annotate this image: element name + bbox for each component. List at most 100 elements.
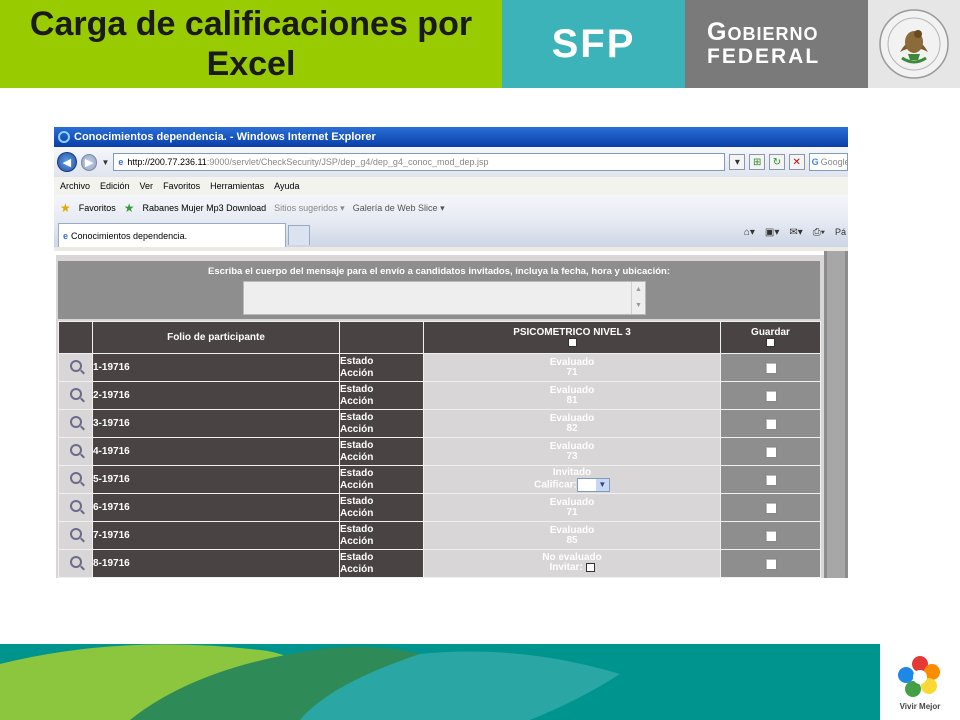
fav-link-rabanes[interactable]: Rabanes Mujer Mp3 Download — [143, 203, 267, 213]
table-row: 1-19716 Estado Acción Evaluado 71 — [58, 353, 821, 382]
guardar-cell — [720, 465, 821, 494]
search-input[interactable]: G Google — [808, 153, 848, 171]
search-placeholder: Google — [820, 157, 848, 167]
estado-label: Estado — [340, 495, 374, 507]
tab-bar: e Conocimientos dependencia. ⌂▾ ▣▾ ✉▾ ⎙▾… — [54, 221, 848, 247]
favorites-bar: ★ Favoritos ★ Rabanes Mujer Mp3 Download… — [54, 195, 848, 221]
table-row: 7-19716 Estado Acción Evaluado 85 — [58, 521, 821, 550]
new-tab-button[interactable] — [288, 225, 310, 245]
guardar-checkbox[interactable] — [764, 557, 777, 570]
exam-cell: Evaluado 85 — [423, 521, 721, 550]
feeds-icon[interactable]: ▣▾ — [765, 227, 779, 238]
header-folio: Folio de participante — [92, 321, 340, 354]
status-text: Evaluado — [549, 524, 595, 536]
page-content: Escriba el cuerpo del mensaje para el en… — [54, 251, 848, 578]
favorites-button[interactable]: Favoritos — [79, 203, 116, 213]
invitar-checkbox[interactable] — [585, 563, 595, 573]
invitar-label: Invitar: — [549, 562, 583, 574]
folio-cell: 4-19716 — [92, 437, 340, 466]
view-icon-cell — [58, 493, 93, 522]
refresh-icon[interactable]: ↻ — [769, 154, 785, 170]
accion-label: Acción — [340, 479, 374, 491]
print-icon[interactable]: ⎙▾ — [813, 227, 825, 238]
address-dropdown-icon[interactable]: ▾ — [729, 154, 746, 170]
guardar-checkbox[interactable] — [764, 445, 777, 458]
mail-icon[interactable]: ✉▾ — [789, 227, 802, 238]
address-bar-row: ◀ ▶ ▼ e http://200.77.236.11:9000/servle… — [54, 147, 848, 177]
folio-cell: 5-19716 — [92, 465, 340, 494]
menu-ayuda[interactable]: Ayuda — [274, 181, 299, 191]
page-scrollbar[interactable] — [824, 251, 848, 578]
footer-band — [0, 644, 880, 720]
browser-window: Conocimientos dependencia. - Windows Int… — [54, 127, 848, 578]
favorites-star-icon: ★ — [60, 201, 71, 215]
add-favorite-icon[interactable]: ★ — [124, 201, 135, 215]
magnifier-icon[interactable] — [69, 500, 82, 512]
forward-icon[interactable]: ▶ — [80, 153, 98, 171]
address-input[interactable]: e http://200.77.236.11:9000/servlet/Chec… — [113, 153, 726, 171]
fav-link-galeria[interactable]: Galería de Web Slice ▾ — [353, 203, 445, 214]
message-textarea[interactable]: ▲ ▼ — [243, 281, 646, 315]
calificar-label: Calificar: — [534, 479, 577, 491]
estado-label: Estado — [340, 411, 374, 423]
fav-link-sitios[interactable]: Sitios sugeridos ▾ — [274, 203, 345, 214]
menu-ver[interactable]: Ver — [140, 181, 154, 191]
magnifier-icon[interactable] — [69, 528, 82, 540]
table-row: 2-19716 Estado Acción Evaluado 81 — [58, 381, 821, 410]
table-row: 5-19716 Estado Acción Invitado Calificar:… — [58, 465, 821, 494]
mexico-seal-icon — [868, 0, 960, 88]
guardar-checkbox[interactable] — [764, 389, 777, 402]
magnifier-icon[interactable] — [69, 472, 82, 484]
estado-cell: Estado Acción — [339, 409, 424, 438]
exam-select-all-checkbox[interactable] — [567, 338, 577, 348]
back-icon[interactable]: ◀ — [57, 152, 77, 172]
magnifier-icon[interactable] — [69, 444, 82, 456]
table-row: 8-19716 Estado Acción No evaluado Invitar… — [58, 549, 821, 578]
menu-archivo[interactable]: Archivo — [60, 181, 90, 191]
guardar-select-all-checkbox[interactable] — [766, 338, 775, 348]
scrollbar-track[interactable] — [827, 251, 845, 578]
estado-cell: Estado Acción — [339, 353, 424, 382]
menu-favoritos[interactable]: Favoritos — [163, 181, 200, 191]
message-section: Escriba el cuerpo del mensaje para el en… — [58, 261, 820, 319]
guardar-cell — [720, 381, 821, 410]
compatibility-icon[interactable]: ⊞ — [749, 154, 766, 170]
menu-herramientas[interactable]: Herramientas — [210, 181, 264, 191]
folio-cell: 2-19716 — [92, 381, 340, 410]
exam-cell: Invitado Calificar: ▼ — [423, 465, 721, 494]
score-text: 73 — [566, 450, 578, 462]
magnifier-icon[interactable] — [69, 388, 82, 400]
magnifier-icon[interactable] — [69, 360, 82, 372]
calificar-select[interactable]: ▼ — [576, 477, 610, 492]
guardar-checkbox[interactable] — [764, 529, 777, 542]
guardar-cell — [720, 521, 821, 550]
view-icon-cell — [58, 381, 93, 410]
guardar-checkbox[interactable] — [764, 501, 777, 514]
guardar-checkbox[interactable] — [764, 361, 777, 374]
magnifier-icon[interactable] — [69, 556, 82, 568]
guardar-cell — [720, 549, 821, 578]
view-icon-cell — [58, 521, 93, 550]
page-menu[interactable]: Pá — [835, 227, 846, 238]
guardar-cell — [720, 493, 821, 522]
menu-bar: Archivo Edición Ver Favoritos Herramient… — [54, 177, 848, 195]
view-icon-cell — [58, 409, 93, 438]
chevron-down-icon: ▼ — [595, 478, 609, 491]
grades-table: Folio de participante PSICOMETRICO NIVEL… — [58, 321, 821, 578]
textarea-scrollbar[interactable]: ▲ ▼ — [631, 282, 645, 314]
table-row: 3-19716 Estado Acción Evaluado 82 — [58, 409, 821, 438]
sfp-logo: SFP — [502, 0, 685, 88]
guardar-checkbox[interactable] — [764, 417, 777, 430]
header-icon-col — [58, 321, 93, 354]
home-icon[interactable]: ⌂▾ — [744, 227, 755, 238]
tab-conocimientos[interactable]: e Conocimientos dependencia. — [58, 223, 286, 247]
exam-cell: Evaluado 82 — [423, 409, 721, 438]
header-estado-col — [339, 321, 424, 354]
history-dropdown-icon[interactable]: ▼ — [101, 158, 109, 167]
estado-cell: Estado Acción — [339, 521, 424, 550]
stop-icon[interactable]: ✕ — [788, 154, 805, 170]
estado-label: Estado — [340, 467, 374, 479]
menu-edicion[interactable]: Edición — [100, 181, 130, 191]
guardar-checkbox[interactable] — [764, 473, 777, 486]
magnifier-icon[interactable] — [69, 416, 82, 428]
